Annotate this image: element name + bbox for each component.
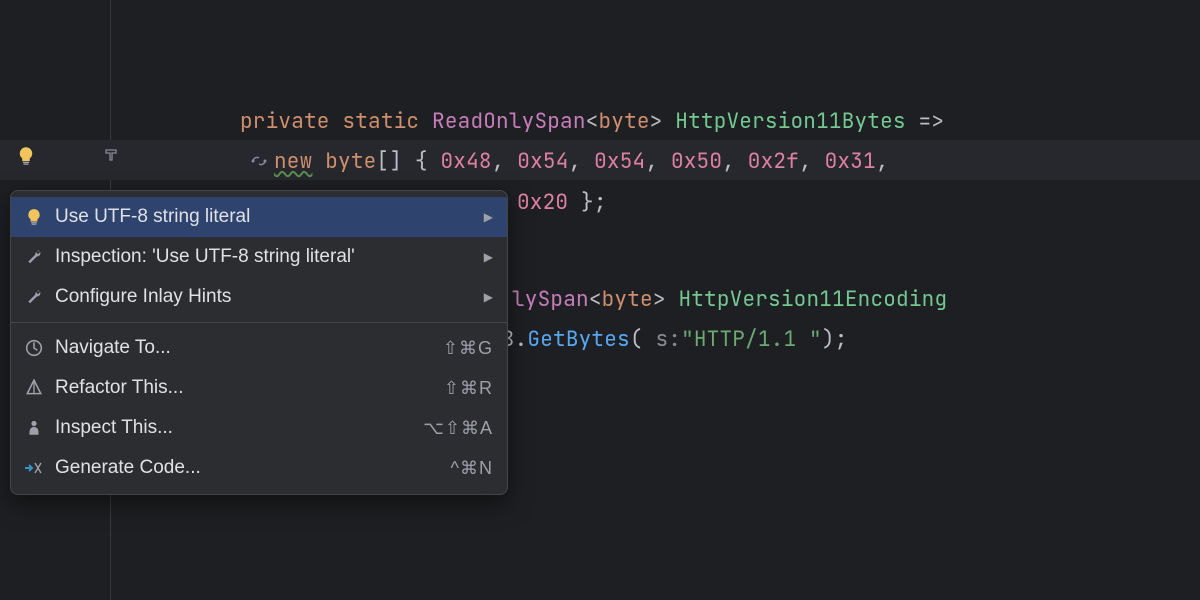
type-fragment: lySpan bbox=[512, 286, 589, 313]
menu-item-label: Refactor This... bbox=[55, 377, 434, 399]
hex-literal-1: 0x48 bbox=[440, 148, 491, 175]
paren-close: ) bbox=[822, 326, 835, 353]
string-literal: "HTTP/1.1 " bbox=[681, 326, 822, 353]
inlay-hint-s[interactable]: s: bbox=[655, 326, 681, 353]
hex-literal-4: 0x50 bbox=[671, 148, 722, 175]
paren-open: ( bbox=[630, 326, 643, 353]
refactor-hint-icon[interactable] bbox=[250, 154, 268, 168]
menu-item-configure-inlay[interactable]: Configure Inlay Hints ▶ bbox=[11, 277, 507, 317]
menu-item-shortcut: ^⌘N bbox=[451, 458, 493, 479]
comma: , bbox=[876, 148, 889, 175]
hex-literal-6: 0x31 bbox=[825, 148, 876, 175]
navigate-icon bbox=[23, 337, 45, 359]
menu-separator bbox=[11, 322, 507, 323]
comma: , bbox=[645, 148, 658, 175]
generic-open-2: < bbox=[589, 286, 602, 313]
menu-item-label: Configure Inlay Hints bbox=[55, 286, 466, 308]
keyword-new: new bbox=[274, 148, 312, 175]
menu-item-label: Generate Code... bbox=[55, 457, 441, 479]
refactor-icon bbox=[23, 377, 45, 399]
bulb-icon bbox=[23, 206, 45, 228]
menu-item-label: Navigate To... bbox=[55, 337, 433, 359]
generate-icon bbox=[23, 457, 45, 479]
wrench-icon bbox=[23, 286, 45, 308]
comma: , bbox=[492, 148, 505, 175]
hex-literal-3: 0x54 bbox=[594, 148, 645, 175]
submenu-arrow-icon: ▶ bbox=[484, 290, 493, 304]
code-line-4[interactable]: lySpan < byte > HttpVersion11Encoding bbox=[512, 280, 947, 318]
comma: , bbox=[799, 148, 812, 175]
brace-close: } bbox=[581, 189, 594, 216]
comma: , bbox=[722, 148, 735, 175]
hex-literal-5: 0x2f bbox=[748, 148, 799, 175]
arrow-operator: => bbox=[919, 108, 945, 135]
keyword-private: private bbox=[240, 108, 330, 135]
menu-item-navigate-to[interactable]: Navigate To... ⇧⌘G bbox=[11, 328, 507, 368]
menu-item-generate-code[interactable]: Generate Code... ^⌘N bbox=[11, 448, 507, 488]
hex-literal-7: 0x20 bbox=[517, 189, 568, 216]
code-line-3[interactable]: 0x20 } ; bbox=[517, 183, 607, 221]
hex-literal-2: 0x54 bbox=[517, 148, 568, 175]
menu-item-inspection[interactable]: Inspection: 'Use UTF-8 string literal' ▶ bbox=[11, 237, 507, 277]
identifier-httpversion11encoding: HttpVersion11Encoding bbox=[678, 286, 947, 313]
generic-close-2: > bbox=[653, 286, 666, 313]
submenu-arrow-icon: ▶ bbox=[484, 250, 493, 264]
comma: , bbox=[569, 148, 582, 175]
generic-open: < bbox=[586, 108, 599, 135]
menu-item-label: Inspect This... bbox=[55, 417, 413, 439]
generic-close: > bbox=[650, 108, 663, 135]
menu-item-label: Inspection: 'Use UTF-8 string literal' bbox=[55, 246, 466, 268]
method-getbytes: GetBytes bbox=[527, 326, 629, 353]
menu-item-inspect-this[interactable]: Inspect This... ⌥⇧⌘A bbox=[11, 408, 507, 448]
menu-item-use-utf8-literal[interactable]: Use UTF-8 string literal ▶ bbox=[11, 197, 507, 237]
intention-actions-menu[interactable]: Use UTF-8 string literal ▶ Inspection: '… bbox=[10, 190, 508, 495]
menu-item-label: Use UTF-8 string literal bbox=[55, 206, 466, 228]
vcs-marker-icon[interactable] bbox=[104, 148, 118, 162]
code-line-5[interactable]: F8 . GetBytes ( s: "HTTP/1.1 " ) ; bbox=[489, 320, 848, 358]
semicolon: ; bbox=[594, 189, 607, 216]
menu-item-shortcut: ⇧⌘R bbox=[444, 378, 493, 399]
code-line-1[interactable]: private static ReadOnlySpan < byte > Htt… bbox=[240, 102, 944, 140]
code-line-2[interactable]: new byte [] { 0x48 , 0x54 , 0x54 , 0x50 … bbox=[250, 142, 889, 180]
type-readonlyspan: ReadOnlySpan bbox=[432, 108, 586, 135]
identifier-httpversion11bytes: HttpVersion11Bytes bbox=[675, 108, 905, 135]
intention-bulb-gutter[interactable] bbox=[14, 144, 38, 168]
keyword-byte-2: byte bbox=[325, 148, 376, 175]
brace-open: { bbox=[415, 148, 428, 175]
keyword-byte-3: byte bbox=[602, 286, 653, 313]
dot: . bbox=[515, 326, 528, 353]
wrench-icon bbox=[23, 246, 45, 268]
submenu-arrow-icon: ▶ bbox=[484, 210, 493, 224]
menu-item-shortcut: ⌥⇧⌘A bbox=[423, 418, 493, 439]
menu-item-shortcut: ⇧⌘G bbox=[443, 338, 493, 359]
menu-item-refactor-this[interactable]: Refactor This... ⇧⌘R bbox=[11, 368, 507, 408]
array-brackets: [] bbox=[376, 148, 402, 175]
inspect-icon bbox=[23, 417, 45, 439]
keyword-static: static bbox=[342, 108, 419, 135]
semicolon-2: ; bbox=[835, 326, 848, 353]
keyword-byte: byte bbox=[598, 108, 649, 135]
